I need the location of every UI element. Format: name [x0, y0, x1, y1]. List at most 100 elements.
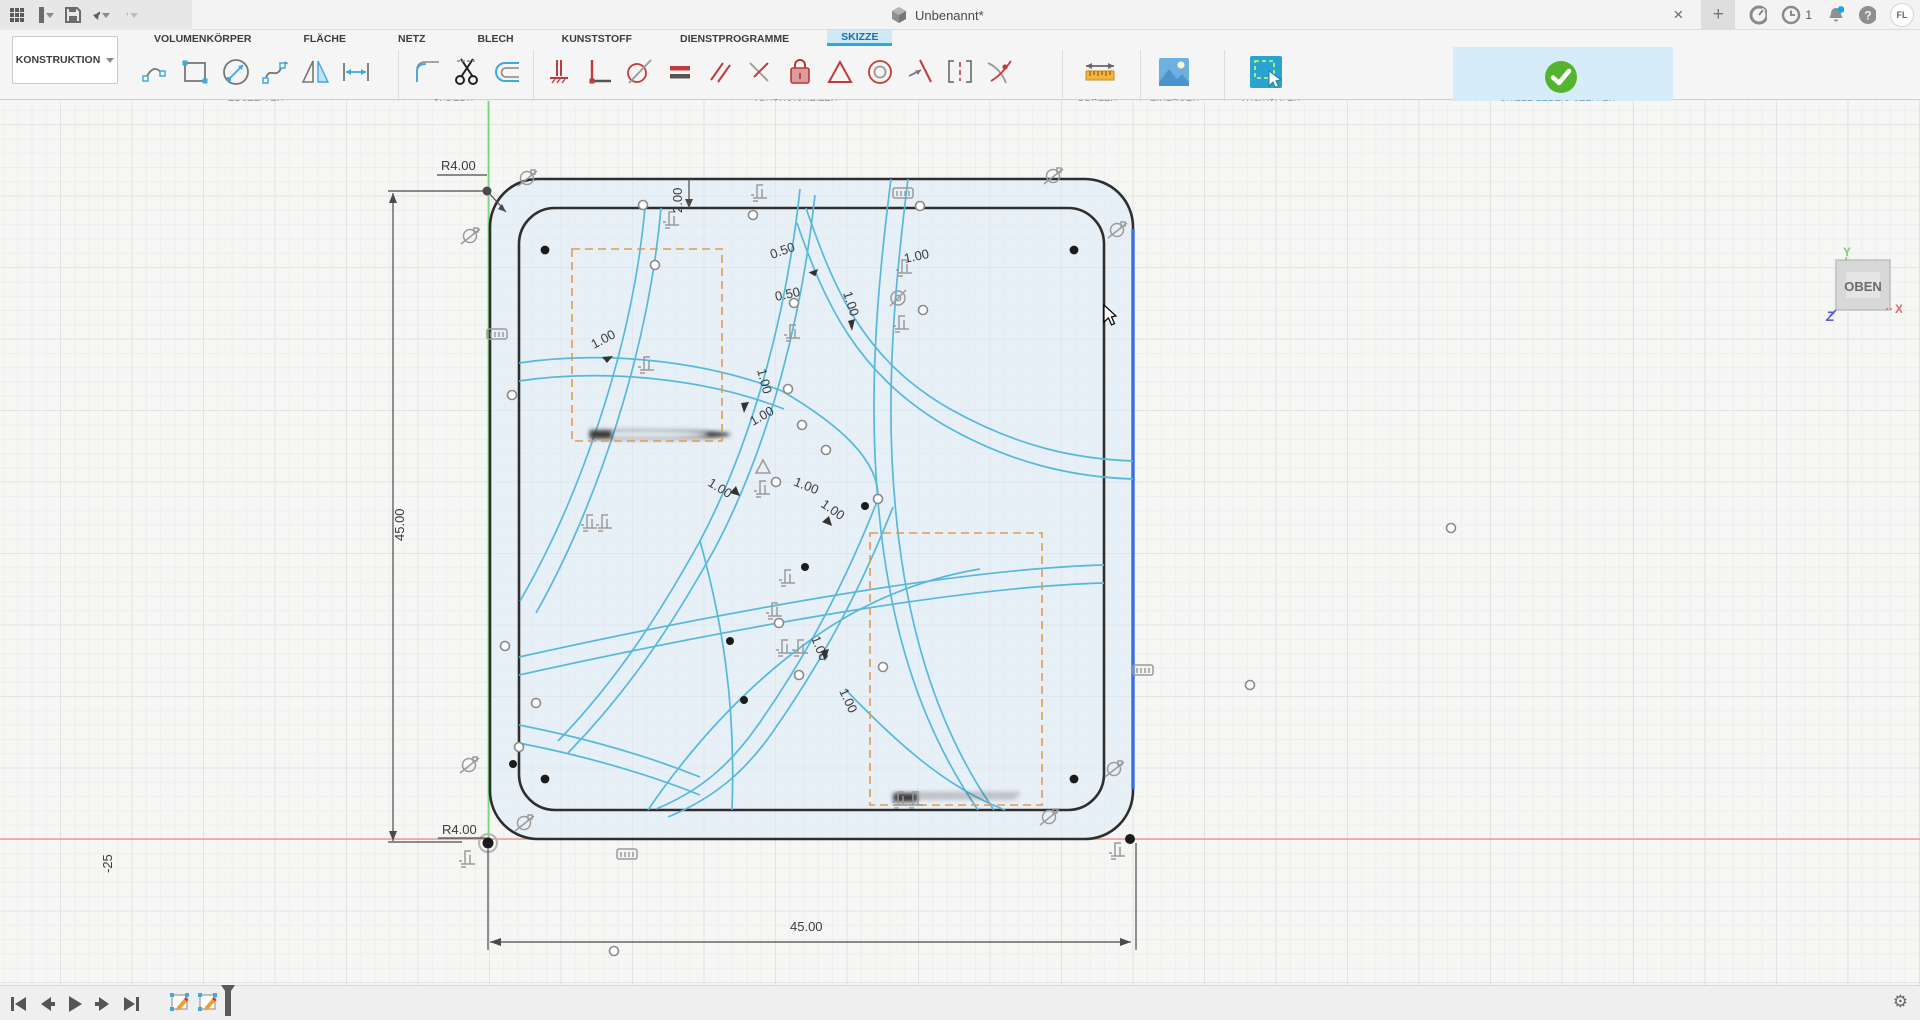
finish-sketch-check-icon[interactable] — [1541, 55, 1581, 99]
konstruktion-dropdown[interactable]: KONSTRUKTION — [12, 36, 118, 84]
group-abhaengigkeiten — [540, 46, 1020, 98]
undo-icon[interactable] — [92, 6, 110, 24]
viewcube-x-axis-label: X — [1895, 302, 1902, 316]
width-dim[interactable]: 45.00 — [790, 919, 823, 934]
curvature-constraint-icon[interactable] — [980, 50, 1020, 94]
group-auswaehlen — [1246, 46, 1286, 98]
perpendicular-glyph[interactable] — [1109, 843, 1125, 859]
tab-kunststoff[interactable]: KUNSTSTOFF — [548, 30, 646, 46]
trim-scissors-icon[interactable] — [448, 50, 488, 94]
timeline-controls — [8, 986, 236, 1020]
radius-dim-top[interactable]: R4.00 — [441, 158, 476, 173]
letter-f[interactable]: F — [872, 790, 1031, 805]
sketch-geometry: D F — [0, 101, 1920, 985]
horizontal-vertical-constraint-icon[interactable] — [580, 50, 620, 94]
file-menu-caret — [46, 13, 54, 18]
midpoint-constraint-icon[interactable] — [820, 50, 860, 94]
parallel-constraint-icon[interactable] — [700, 50, 740, 94]
create-line-icon[interactable] — [136, 50, 176, 94]
collinear-constraint-icon[interactable] — [900, 50, 940, 94]
fix-constraint-icon[interactable] — [780, 50, 820, 94]
create-mirror-icon[interactable] — [296, 50, 336, 94]
perpendicular-constraint-icon[interactable] — [740, 50, 780, 94]
tab-flaeche[interactable]: FLÄCHE — [289, 30, 360, 46]
tab-volumenkoerper[interactable]: VOLUMENKÖRPER — [140, 30, 265, 46]
new-tab-button[interactable]: + — [1701, 0, 1735, 30]
tab-dienstprogramme[interactable]: DIENSTPROGRAMME — [666, 30, 803, 46]
fillet-icon[interactable] — [408, 50, 448, 94]
timeline-step-back-button[interactable] — [36, 993, 58, 1015]
timeline-marker[interactable] — [220, 985, 236, 1020]
create-rectangle-icon[interactable] — [176, 50, 216, 94]
sketch-canvas[interactable]: D F — [0, 101, 1920, 985]
create-dimension-icon[interactable] — [336, 50, 376, 94]
clock-badge: 1 — [1805, 8, 1812, 22]
offset-icon[interactable] — [488, 50, 528, 94]
settings-gear-icon[interactable]: ⚙ — [1893, 992, 1908, 1012]
konstruktion-caret — [106, 58, 114, 63]
help-icon[interactable]: ? — [1858, 6, 1876, 24]
select-tool-icon[interactable] — [1246, 50, 1286, 94]
app-grid-icon[interactable] — [8, 6, 26, 24]
perpendicular-glyph[interactable] — [459, 851, 475, 867]
notification-bell-icon[interactable] — [1826, 6, 1844, 24]
viewcube-y-axis-label: Y — [1843, 246, 1851, 259]
concentric-constraint-icon[interactable] — [860, 50, 900, 94]
document-title-text: Unbenannt* — [915, 8, 984, 23]
tab-blech[interactable]: BLECH — [463, 30, 527, 46]
letter-d[interactable]: D — [570, 427, 742, 442]
job-status-icon[interactable] — [1749, 6, 1767, 24]
titlebar-quick-access — [0, 0, 192, 30]
ribbon-tabs: VOLUMENKÖRPER FLÄCHE NETZ BLECH KUNSTSTO… — [140, 30, 892, 46]
save-icon[interactable] — [64, 6, 82, 24]
tangent-constraint-icon[interactable] — [620, 50, 660, 94]
timeline-step-forward-button[interactable] — [92, 993, 114, 1015]
redo-caret — [130, 13, 138, 18]
close-tab-icon[interactable]: × — [1669, 5, 1687, 25]
timeline-play-button[interactable] — [64, 993, 86, 1015]
tangent-glyph[interactable] — [460, 757, 479, 773]
redo-icon[interactable] — [120, 6, 138, 24]
symmetry-constraint-icon[interactable] — [940, 50, 980, 94]
tangent-glyph[interactable] — [461, 228, 480, 244]
timeline-bar: ⚙ — [0, 985, 1920, 1020]
ribbon: KONSTRUKTION VOLUMENKÖRPER FLÄCHE NETZ B… — [0, 30, 1920, 100]
tab-netz[interactable]: NETZ — [384, 30, 439, 46]
axis-coordinate-label: -25 — [100, 854, 115, 873]
tool-row: SKIZZE FERTIG STELLEN ERSTELLEN ÄNDERN A… — [128, 46, 1918, 98]
timeline-sketch-feature-1[interactable] — [168, 993, 190, 1015]
user-avatar[interactable]: FL — [1890, 3, 1914, 27]
viewcube-face-label[interactable]: OBEN — [1844, 279, 1882, 294]
equal-constraint-icon[interactable] — [660, 50, 700, 94]
timeline-skip-start-button[interactable] — [8, 993, 30, 1015]
group-aendern — [408, 46, 528, 98]
radius-dim-bottom[interactable]: R4.00 — [442, 822, 477, 837]
document-title: Unbenannt* — [890, 0, 984, 30]
tab-skizze[interactable]: SKIZZE — [827, 30, 892, 46]
group-pruefen — [1080, 46, 1120, 98]
measure-ruler-icon[interactable] — [1080, 50, 1120, 94]
clock-icon — [1781, 5, 1801, 25]
file-menu-icon[interactable] — [36, 6, 54, 24]
equal-glyph[interactable] — [617, 849, 637, 859]
history-clock[interactable]: 1 — [1781, 5, 1812, 25]
titlebar: Unbenannt* × + 1 ? FL — [0, 0, 1920, 30]
document-cube-icon — [890, 6, 908, 24]
create-spline-icon[interactable] — [256, 50, 296, 94]
origin-point[interactable] — [483, 838, 494, 849]
konstruktion-label: KONSTRUKTION — [16, 54, 101, 66]
viewcube[interactable]: OBEN Y X Z — [1822, 246, 1892, 321]
equal-glyph[interactable] — [1133, 665, 1153, 675]
height-dim[interactable]: 45.00 — [392, 508, 407, 541]
offset-dim[interactable]: 2.00 — [670, 188, 685, 213]
svg-text:?: ? — [1864, 9, 1871, 23]
timeline-sketch-feature-2[interactable] — [196, 993, 218, 1015]
group-einfuegen — [1154, 46, 1194, 98]
undo-caret — [102, 13, 110, 18]
titlebar-right: × + 1 ? FL — [1669, 0, 1914, 30]
fusion360-window: Unbenannt* × + 1 ? FL KONSTRUKTION — [0, 0, 1920, 1020]
create-circle-icon[interactable] — [216, 50, 256, 94]
timeline-skip-end-button[interactable] — [120, 993, 142, 1015]
coincident-constraint-icon[interactable] — [540, 50, 580, 94]
insert-image-icon[interactable] — [1154, 50, 1194, 94]
